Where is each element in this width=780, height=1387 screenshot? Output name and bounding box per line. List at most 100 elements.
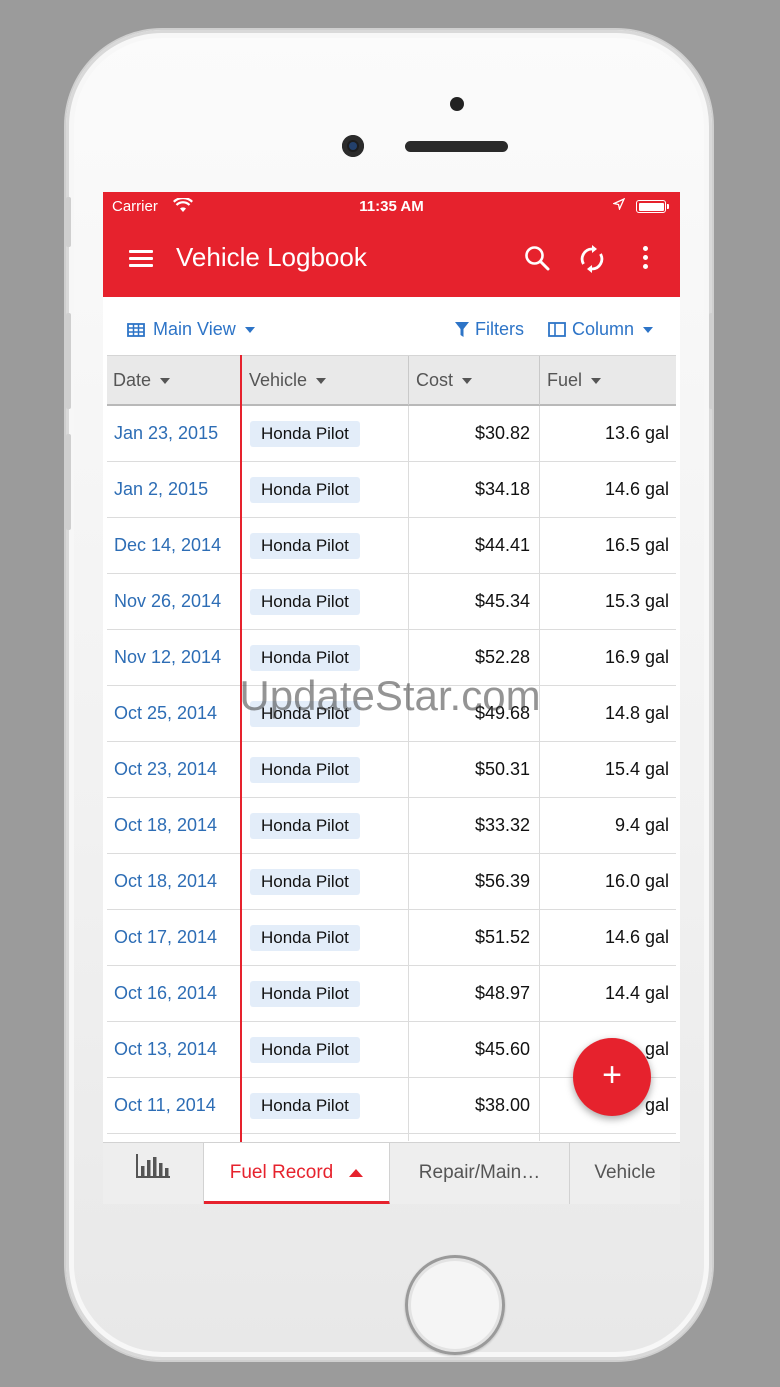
column-divider [408, 356, 409, 405]
table-row[interactable]: Oct 16, 2014 Honda Pilot $48.97 14.4 gal [107, 966, 676, 1022]
table-row[interactable]: Oct 23, 2014 Honda Pilot $50.31 15.4 gal [107, 742, 676, 798]
table-header: Date Vehicle Cost Fuel [107, 355, 676, 406]
vehicle-chip: Honda Pilot [250, 533, 360, 559]
tab-label: Vehicle [594, 1162, 656, 1183]
cost-cell: $45.60 [474, 1039, 530, 1059]
date-cell: Oct 16, 2014 [114, 983, 218, 1003]
filters-label: Filters [475, 319, 524, 339]
vehicle-chip: Honda Pilot [250, 813, 360, 839]
fuel-cell: 9.4 gal [614, 815, 669, 835]
column-header-vehicle[interactable]: Vehicle [243, 356, 409, 404]
menu-icon[interactable] [129, 250, 153, 267]
chevron-down-icon [244, 326, 255, 333]
volume-down-button [66, 434, 71, 530]
column-header-label: Date [113, 370, 152, 390]
battery-icon [636, 200, 669, 213]
fuel-record-table: Jan 23, 2015 Honda Pilot $30.82 13.6 gal Jan… [107, 406, 676, 1134]
main-view-label: Main View [153, 319, 236, 339]
column-header-label: Vehicle [249, 370, 308, 390]
fuel-cell: 14.8 gal [604, 703, 669, 723]
date-cell: Jan 23, 2015 [114, 423, 219, 443]
fuel-cell: 16.5 gal [604, 535, 669, 555]
date-cell: Nov 26, 2014 [114, 591, 222, 611]
cost-cell: $50.31 [474, 759, 530, 779]
table-row[interactable]: Jan 23, 2015 Honda Pilot $30.82 13.6 gal [107, 406, 676, 462]
fuel-cell: 15.3 gal [604, 591, 669, 611]
chevron-down-icon [643, 326, 654, 333]
home-button[interactable] [405, 1255, 505, 1355]
column-dropdown[interactable]: Column [548, 319, 654, 340]
date-cell: Jan 2, 2015 [114, 479, 209, 499]
table-row[interactable]: Nov 12, 2014 Honda Pilot $52.28 16.9 gal [107, 630, 676, 686]
date-cell: Oct 17, 2014 [114, 927, 218, 947]
filters-button[interactable]: Filters [455, 319, 524, 340]
vehicle-chip: Honda Pilot [250, 701, 360, 727]
sort-caret-icon [462, 378, 473, 385]
date-cell: Oct 18, 2014 [114, 815, 218, 835]
main-view-dropdown[interactable]: Main View [127, 319, 255, 340]
vehicle-chip: Honda Pilot [250, 477, 360, 503]
table-row[interactable]: Oct 17, 2014 Honda Pilot $51.52 14.6 gal [107, 910, 676, 966]
tab-repair-maintenance[interactable]: Repair/Main… [390, 1143, 570, 1204]
proximity-sensor [450, 97, 464, 111]
date-cell: Dec 14, 2014 [114, 535, 222, 555]
vehicle-chip: Honda Pilot [250, 421, 360, 447]
vehicle-chip: Honda Pilot [250, 645, 360, 671]
tab-fuel-record[interactable]: Fuel Record [204, 1143, 390, 1204]
date-cell: Oct 23, 2014 [114, 759, 218, 779]
column-divider [408, 406, 409, 1141]
add-record-button[interactable]: + [573, 1038, 651, 1116]
fuel-cell: 14.4 gal [604, 983, 669, 1003]
vehicle-chip: Honda Pilot [250, 925, 360, 951]
vehicle-chip: Honda Pilot [250, 1037, 360, 1063]
cost-cell: $44.41 [474, 535, 530, 555]
sync-icon[interactable] [578, 244, 606, 279]
tab-label: Fuel Record [229, 1162, 334, 1183]
date-cell: Oct 25, 2014 [114, 703, 218, 723]
fuel-cell: 16.0 gal [604, 871, 669, 891]
column-icon [548, 322, 566, 337]
date-cell: Oct 18, 2014 [114, 871, 218, 891]
cost-cell: $45.34 [474, 591, 530, 611]
more-options-icon[interactable] [641, 246, 651, 272]
cost-cell: $38.00 [474, 1095, 530, 1115]
date-cell: Oct 13, 2014 [114, 1039, 218, 1059]
cost-cell: $33.32 [474, 815, 530, 835]
front-camera [342, 135, 364, 157]
column-divider [539, 356, 540, 405]
column-header-fuel[interactable]: Fuel [541, 356, 676, 404]
table-row[interactable]: Jan 2, 2015 Honda Pilot $34.18 14.6 gal [107, 462, 676, 518]
search-icon[interactable] [524, 245, 550, 276]
table-row[interactable]: Oct 25, 2014 Honda Pilot $49.68 14.8 gal [107, 686, 676, 742]
app-title: Vehicle Logbook [176, 242, 367, 272]
tab-vehicle[interactable]: Vehicle [570, 1143, 680, 1204]
table-row[interactable]: Oct 18, 2014 Honda Pilot $33.32 9.4 gal [107, 798, 676, 854]
date-cell: Nov 12, 2014 [114, 647, 222, 667]
table-row[interactable]: Nov 26, 2014 Honda Pilot $45.34 15.3 gal [107, 574, 676, 630]
cost-cell: $52.28 [474, 647, 530, 667]
column-header-cost[interactable]: Cost [410, 356, 538, 404]
date-cell: Oct 11, 2014 [114, 1095, 216, 1115]
chevron-up-icon [349, 1168, 364, 1177]
status-time: 11:35 AM [359, 198, 424, 215]
cost-cell: $34.18 [474, 479, 530, 499]
tab-statistics[interactable] [103, 1143, 204, 1204]
frozen-column-line [240, 355, 242, 1143]
fuel-cell: 14.6 gal [604, 927, 669, 947]
fuel-cell: 15.4 gal [604, 759, 669, 779]
table-row[interactable]: Oct 18, 2014 Honda Pilot $56.39 16.0 gal [107, 854, 676, 910]
bar-chart-icon [136, 1143, 170, 1203]
fuel-cell: 13.6 gal [604, 423, 669, 443]
app-screen: Carrier 11:35 AM Vehicle Logbook Main Vi… [103, 192, 680, 1204]
vehicle-chip: Honda Pilot [250, 1093, 360, 1119]
cost-cell: $30.82 [474, 423, 530, 443]
column-header-date[interactable]: Date [107, 356, 240, 404]
power-button [709, 313, 714, 409]
table-row[interactable]: Dec 14, 2014 Honda Pilot $44.41 16.5 gal [107, 518, 676, 574]
cost-cell: $48.97 [474, 983, 530, 1003]
sort-caret-icon [316, 378, 327, 385]
column-header-label: Fuel [547, 370, 583, 390]
cost-cell: $49.68 [474, 703, 530, 723]
cost-cell: $51.52 [474, 927, 530, 947]
vehicle-chip: Honda Pilot [250, 757, 360, 783]
